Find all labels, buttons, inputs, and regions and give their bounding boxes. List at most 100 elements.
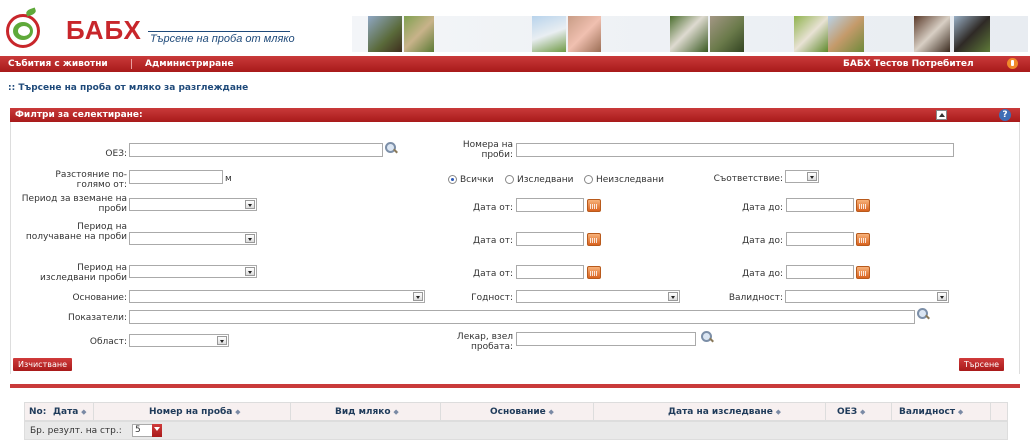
doctor-input[interactable] xyxy=(516,332,696,346)
sampling-date-to-label: Дата до: xyxy=(742,203,783,213)
dropdown-arrow-icon xyxy=(807,172,817,181)
period-receipt-label: Период на получаване на проби xyxy=(25,222,127,242)
column-no-label: No: xyxy=(29,407,47,417)
column-separator xyxy=(990,403,991,422)
sample-numbers-input[interactable] xyxy=(516,143,954,157)
menu-item-animal-events[interactable]: Събития с животни xyxy=(8,59,108,69)
distance-label: Разстояние по-голямо от: xyxy=(55,170,127,190)
fitness-label: Годност: xyxy=(471,293,513,303)
validity-label: Валидност: xyxy=(728,293,783,303)
radio-tested[interactable] xyxy=(505,175,514,184)
column-date[interactable]: Дата ⬥ xyxy=(53,407,86,417)
sort-icon: ⬥ xyxy=(393,408,399,416)
calendar-icon[interactable] xyxy=(856,266,870,279)
column-separator xyxy=(593,403,594,422)
basis-select[interactable] xyxy=(129,290,425,303)
column-oez[interactable]: ОЕЗ ⬥ xyxy=(837,407,865,417)
radio-all-label: Всички xyxy=(460,175,494,185)
collapse-icon[interactable] xyxy=(936,110,947,120)
sort-icon: ⬥ xyxy=(860,408,866,416)
sampling-date-to-input[interactable] xyxy=(786,198,854,212)
distance-input[interactable] xyxy=(129,170,223,184)
doctor-label: Лекар, взел пробата: xyxy=(456,332,513,352)
dropdown-arrow-icon xyxy=(413,292,423,301)
calendar-icon[interactable] xyxy=(587,233,601,246)
horse-photo xyxy=(368,16,402,52)
per-page-input[interactable]: 5 xyxy=(132,424,154,437)
validity-select[interactable] xyxy=(785,290,949,303)
region-select[interactable] xyxy=(129,334,229,347)
column-separator xyxy=(290,403,291,422)
results-table-header: No: Дата ⬥ Номер на проба ⬥ Вид мляко ⬥ Осн… xyxy=(24,402,1008,422)
indicators-input[interactable] xyxy=(129,310,915,324)
fitness-select[interactable] xyxy=(516,290,680,303)
sort-icon: ⬥ xyxy=(235,408,241,416)
dropdown-arrow-icon xyxy=(668,292,678,301)
clear-button[interactable]: Изчистване xyxy=(13,358,72,371)
animal-photo-banner xyxy=(352,16,1028,52)
doctor-search-icon[interactable] xyxy=(701,331,713,343)
logo-leaf-icon xyxy=(25,7,37,17)
calendar-icon[interactable] xyxy=(587,266,601,279)
menu-item-administration[interactable]: Администриране xyxy=(145,59,234,69)
column-separator xyxy=(891,403,892,422)
indicators-search-icon[interactable] xyxy=(917,308,929,320)
power-icon[interactable] xyxy=(1007,58,1018,69)
radio-all[interactable] xyxy=(448,175,457,184)
oez-search-icon[interactable] xyxy=(385,142,397,154)
column-no: No: xyxy=(29,407,46,417)
calendar-icon[interactable] xyxy=(587,199,601,212)
help-icon[interactable]: ? xyxy=(999,109,1011,121)
period-sampling-select[interactable] xyxy=(129,198,257,211)
column-validity[interactable]: Валидност ⬥ xyxy=(899,407,963,417)
column-separator xyxy=(440,403,441,422)
sort-icon: ⬥ xyxy=(775,408,781,416)
sample-numbers-label: Номера на проби: xyxy=(462,140,513,160)
column-separator xyxy=(93,403,94,422)
column-basis[interactable]: Основание ⬥ xyxy=(490,407,554,417)
column-milk-type[interactable]: Вид мляко ⬥ xyxy=(335,407,399,417)
dropdown-arrow-icon xyxy=(245,234,255,243)
testing-date-to-label: Дата до: xyxy=(742,269,783,279)
receipt-date-to-label: Дата до: xyxy=(742,236,783,246)
pig-photo xyxy=(568,16,601,52)
period-testing-select[interactable] xyxy=(129,265,257,278)
column-oez-label: ОЕЗ xyxy=(837,407,858,417)
column-sample-number[interactable]: Номер на проба ⬥ xyxy=(149,407,240,417)
per-page-dropdown-icon[interactable] xyxy=(152,424,162,437)
lamb-photo xyxy=(794,16,828,52)
receipt-date-from-label: Дата от: xyxy=(473,236,513,246)
oez-input[interactable] xyxy=(129,143,383,157)
sort-icon: ⬥ xyxy=(81,408,87,416)
testing-date-from-input[interactable] xyxy=(516,265,584,279)
period-receipt-select[interactable] xyxy=(129,232,257,245)
calendar-icon[interactable] xyxy=(856,199,870,212)
radio-untested[interactable] xyxy=(584,175,593,184)
oez-label: ОЕЗ: xyxy=(105,149,127,159)
section-divider xyxy=(10,384,1020,388)
brand-title: БАБХ xyxy=(66,15,142,45)
sampling-date-from-label: Дата от: xyxy=(473,203,513,213)
testing-date-from-label: Дата от: xyxy=(473,269,513,279)
distance-unit: м xyxy=(225,174,232,184)
sampling-date-from-input[interactable] xyxy=(516,198,584,212)
filter-panel-header: Филтри за селектиране: ? xyxy=(10,108,1020,122)
column-milk-type-label: Вид мляко xyxy=(335,407,391,417)
compliance-select[interactable] xyxy=(785,170,819,183)
receipt-date-from-input[interactable] xyxy=(516,232,584,246)
basis-label: Основание: xyxy=(72,293,127,303)
user-name[interactable]: БАБХ Тестов Потребител xyxy=(843,59,974,69)
period-testing-label: Период на изследвани проби xyxy=(39,263,127,283)
region-label: Област: xyxy=(89,337,127,347)
testing-date-to-input[interactable] xyxy=(786,265,854,279)
column-test-date[interactable]: Дата на изследване ⬥ xyxy=(668,407,781,417)
calendar-icon[interactable] xyxy=(856,233,870,246)
radio-tested-label: Изследвани xyxy=(517,175,574,185)
receipt-date-to-input[interactable] xyxy=(786,232,854,246)
column-validity-label: Валидност xyxy=(899,407,956,417)
filter-panel-body: ОЕЗ: Номера на проби: Разстояние по-голя… xyxy=(10,122,1020,374)
cattle-photo xyxy=(404,16,434,52)
subtitle-underline xyxy=(148,31,290,32)
search-button[interactable]: Търсене xyxy=(959,358,1005,371)
dropdown-arrow-icon xyxy=(217,336,227,345)
